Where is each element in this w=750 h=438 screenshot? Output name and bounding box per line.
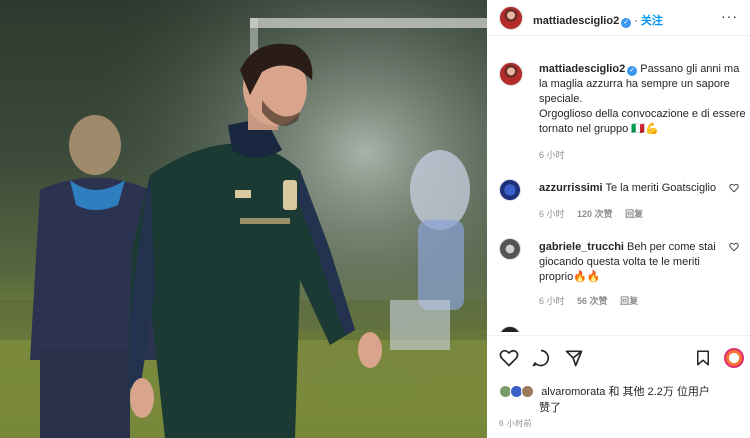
comment-reply-button[interactable]: 回复 <box>620 296 638 306</box>
comment-like-heart-icon[interactable] <box>729 183 739 193</box>
comment-bubble-icon[interactable] <box>531 348 551 368</box>
share-send-icon[interactable] <box>564 348 584 368</box>
verified-badge-icon: ✓ <box>627 66 638 76</box>
post-header: mattiadesciglio2 ✓ · 关注 ··· <box>487 0 750 36</box>
commenter-avatar[interactable] <box>499 326 521 332</box>
caption-time[interactable]: 6 小时 <box>539 150 565 160</box>
comment-reply-button[interactable]: 回复 <box>625 209 643 219</box>
comment-time[interactable]: 6 小时 <box>539 296 565 306</box>
player-photo-illustration <box>0 0 487 438</box>
comments-list[interactable]: mattiadesciglio2 ✓ Passano gli anni ma la… <box>487 52 750 332</box>
likes-text-2: 赞了 <box>539 402 561 414</box>
follow-button[interactable]: 关注 <box>641 15 663 27</box>
post-photo <box>0 0 487 438</box>
separator-dot: · <box>634 15 638 27</box>
caption-text-2: Orgoglioso della convocazione e di esser… <box>539 108 746 135</box>
bookmark-save-icon[interactable] <box>694 348 712 368</box>
liker-avatar <box>521 385 535 398</box>
post-timestamp[interactable]: 6 小时前 <box>499 418 532 429</box>
like-heart-icon[interactable] <box>499 348 519 368</box>
author-username[interactable]: mattiadesciglio2 <box>533 15 619 27</box>
extension-record-icon[interactable] <box>724 348 744 368</box>
caption-username[interactable]: mattiadesciglio2 <box>539 63 625 75</box>
post-actions: alvaromorata 和 其他 2.2万 位用户 赞了 6 小时前 <box>487 335 750 438</box>
author-line: mattiadesciglio2 ✓ · 关注 <box>533 11 663 29</box>
more-options-icon[interactable]: ··· <box>721 9 738 23</box>
comment-likes[interactable]: 56 次赞 <box>577 296 608 306</box>
comment-username[interactable]: azzurrissimi <box>539 182 603 194</box>
comment-like-heart-icon[interactable] <box>729 242 739 252</box>
likes-summary[interactable]: alvaromorata 和 其他 2.2万 位用户 赞了 <box>499 383 739 415</box>
comment-text: Te la meriti Goatsciglio <box>605 182 717 194</box>
caption-avatar[interactable] <box>499 62 523 86</box>
author-avatar[interactable] <box>499 6 523 30</box>
comment-username[interactable]: gabriele_trucchi <box>539 241 624 253</box>
comment-time[interactable]: 6 小时 <box>539 209 565 219</box>
commenter-avatar[interactable] <box>499 179 521 201</box>
commenter-avatar[interactable] <box>499 238 521 260</box>
comment-likes[interactable]: 120 次赞 <box>577 209 613 219</box>
verified-badge-icon: ✓ <box>621 18 632 28</box>
post-side-panel: mattiadesciglio2 ✓ · 关注 ··· mattiadesciglio… <box>487 0 750 438</box>
likes-text[interactable]: alvaromorata 和 其他 2.2万 位用户 <box>541 386 710 398</box>
